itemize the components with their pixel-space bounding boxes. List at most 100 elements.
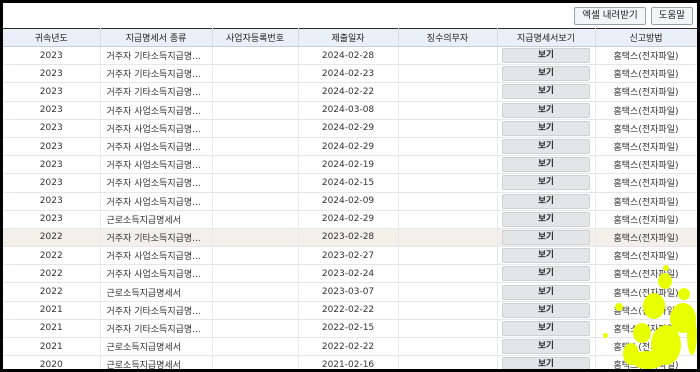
table-row[interactable]: 2023 거주자 사업소득지급명... 2024-02-19 보기 홈택스(전자파일) [3,155,697,175]
table-header-row: 귀속년도 지급명세서 종류 사업자등록번호 제출일자 징수의무자 지급명세서보기… [3,28,697,47]
cell-report-method: 홈택스(전자파일) [595,192,697,211]
cell-view-statement: 보기 [497,355,596,369]
cell-withholding-agent [398,264,498,284]
cell-submit-date: 2024-02-28 [298,46,399,66]
cell-business-number [212,155,299,175]
table-row[interactable]: 2023 근로소득지급명세서 2024-02-29 보기 홈택스(전자파일) [3,210,697,229]
cell-business-number [212,264,299,284]
table-row[interactable]: 2021거주자 기타소득지급명...2022-02-22보기홈택스(전자파일) [3,301,697,320]
view-statement-button[interactable]: 보기 [502,48,590,64]
table-row[interactable]: 2023 거주자 사업소득지급명... 2024-03-08 보기 홈택스(전자파일) [3,101,697,120]
cell-report-method: 홈택스(전자파일) [595,82,697,102]
view-statement-button[interactable]: 보기 [502,266,590,282]
view-statement-button[interactable]: 보기 [502,320,590,336]
table-row[interactable]: 2023 거주자 기타소득지급명... 2024-02-23 보기 홈택스(전자파일) [3,64,697,84]
table-row[interactable]: 2023 거주자 기타소득지급명... 2024-02-22 보기 홈택스(전자파일) [3,82,697,102]
cell-business-number [212,282,299,302]
table-row[interactable]: 2020근로소득지급명세서2021-02-16보기홈택스(전자파일) [3,355,697,369]
col-header-business-number[interactable]: 사업자등록번호 [212,28,299,47]
table-row[interactable]: 2021 근로소득지급명세서 2022-02-22 보기 홈택스(전자파일) [3,337,697,357]
view-statement-button[interactable]: 보기 [502,139,590,155]
cell-report-method: 홈택스(전자파일) [595,246,697,266]
cell-view-statement: 보기 [497,119,596,138]
table-row[interactable]: 2023 거주자 사업소득지급명... 2024-02-09 보기 홈택스(전자파일) [3,192,697,211]
table-row[interactable]: 2023 거주자 사업소득지급명... 2024-02-29 보기 홈택스(전자파일) [3,137,697,157]
cell-statement-type: 거주자 사업소득지급명... [100,155,213,175]
cell-submit-date: 2021-02-16 [298,355,399,369]
cell-view-statement: 보기 [497,301,596,320]
view-statement-button[interactable]: 보기 [502,193,590,209]
table-row[interactable]: 2022 거주자 사업소득지급명... 2023-02-24 보기 홈택스(전자파일) [3,264,697,284]
cell-view-statement: 보기 [497,64,596,84]
col-header-submit-date[interactable]: 제출일자 [298,28,399,47]
cell-year: 2023 [3,173,101,193]
cell-withholding-agent [398,192,498,211]
cell-statement-type: 거주자 기타소득지급명... [100,82,213,102]
cell-business-number [212,228,299,248]
cell-business-number [212,337,299,357]
cell-submit-date: 2022-02-22 [298,301,399,320]
table-row[interactable]: 2021거주자 기타소득지급명...2022-02-15보기홈택스(전자파일) [3,319,697,339]
cell-view-statement: 보기 [497,137,596,157]
table-row[interactable]: 2023 거주자 사업소득지급명... 2024-02-15 보기 홈택스(전자파일) [3,173,697,193]
cell-year: 2023 [3,64,101,84]
table-row[interactable]: 2022 근로소득지급명세서 2023-03-07 보기 홈택스(전자파일) [3,282,697,302]
col-header-year[interactable]: 귀속년도 [3,28,101,47]
cell-business-number [212,173,299,193]
view-statement-button[interactable]: 보기 [502,84,590,100]
table-row[interactable]: 2023 거주자 사업소득지급명... 2024-02-29 보기 홈택스(전자파일) [3,119,697,138]
cell-withholding-agent [398,46,498,66]
col-header-report-method[interactable]: 신고방법 [595,28,697,47]
view-statement-button[interactable]: 보기 [502,339,590,355]
excel-download-button[interactable]: 엑셀 내려받기 [574,7,646,25]
cell-submit-date: 2024-02-19 [298,155,399,175]
view-statement-button[interactable]: 보기 [502,302,590,318]
cell-submit-date: 2023-02-28 [298,228,399,248]
table-row[interactable]: 2022 거주자 기타소득지급명... 2023-02-28 보기 홈택스(전자파일) [3,228,697,248]
cell-business-number [212,82,299,102]
view-statement-button[interactable]: 보기 [502,229,590,245]
cell-withholding-agent [398,119,498,138]
cell-business-number [212,210,299,229]
cell-report-method: 홈택스(전자파일) [595,46,697,66]
view-statement-button[interactable]: 보기 [502,157,590,173]
cell-business-number [212,355,299,369]
cell-view-statement: 보기 [497,46,596,66]
cell-submit-date: 2022-02-22 [298,337,399,357]
cell-report-method: 홈택스(전자파일) [595,228,697,248]
view-statement-button[interactable]: 보기 [502,120,590,136]
view-statement-button[interactable]: 보기 [502,357,590,369]
cell-business-number [212,119,299,138]
table-row[interactable]: 2023 거주자 기타소득지급명... 2024-02-28 보기 홈택스(전자파일) [3,46,697,66]
view-statement-button[interactable]: 보기 [502,284,590,300]
cell-year: 2022 [3,282,101,302]
cell-view-statement: 보기 [497,173,596,193]
cell-report-method: 홈택스(전자파일) [595,137,697,157]
cell-report-method: 홈택스(전자파일) [595,155,697,175]
cell-statement-type: 거주자 기타소득지급명... [100,46,213,66]
cell-submit-date: 2023-02-27 [298,246,399,266]
view-statement-button[interactable]: 보기 [502,211,590,227]
cell-report-method: 홈택스(전자파일) [595,264,697,284]
cell-view-statement: 보기 [497,246,596,266]
cell-view-statement: 보기 [497,155,596,175]
cell-business-number [212,64,299,84]
screen-frame: 엑셀 내려받기 도움말 귀속년도 지급명세서 종류 사업자등록번호 제출일자 징… [3,3,697,369]
cell-statement-type: 거주자 사업소득지급명... [100,173,213,193]
cell-view-statement: 보기 [497,101,596,120]
view-statement-button[interactable]: 보기 [502,66,590,82]
view-statement-button[interactable]: 보기 [502,175,590,191]
col-header-withholding-agent[interactable]: 징수의무자 [398,28,498,47]
cell-report-method: 홈택스(전자파일) [595,210,697,229]
view-statement-button[interactable]: 보기 [502,102,590,118]
help-button[interactable]: 도움말 [650,7,693,25]
cell-statement-type: 거주자 사업소득지급명... [100,119,213,138]
cell-statement-type: 근로소득지급명세서 [100,355,213,369]
col-header-statement-type[interactable]: 지급명세서 종류 [100,28,213,47]
cell-view-statement: 보기 [497,337,596,357]
cell-year: 2023 [3,46,101,66]
table-row[interactable]: 2022 거주자 사업소득지급명... 2023-02-27 보기 홈택스(전자파일) [3,246,697,266]
cell-withholding-agent [398,355,498,369]
col-header-view-statement[interactable]: 지급명세서보기 [497,28,596,47]
view-statement-button[interactable]: 보기 [502,248,590,264]
